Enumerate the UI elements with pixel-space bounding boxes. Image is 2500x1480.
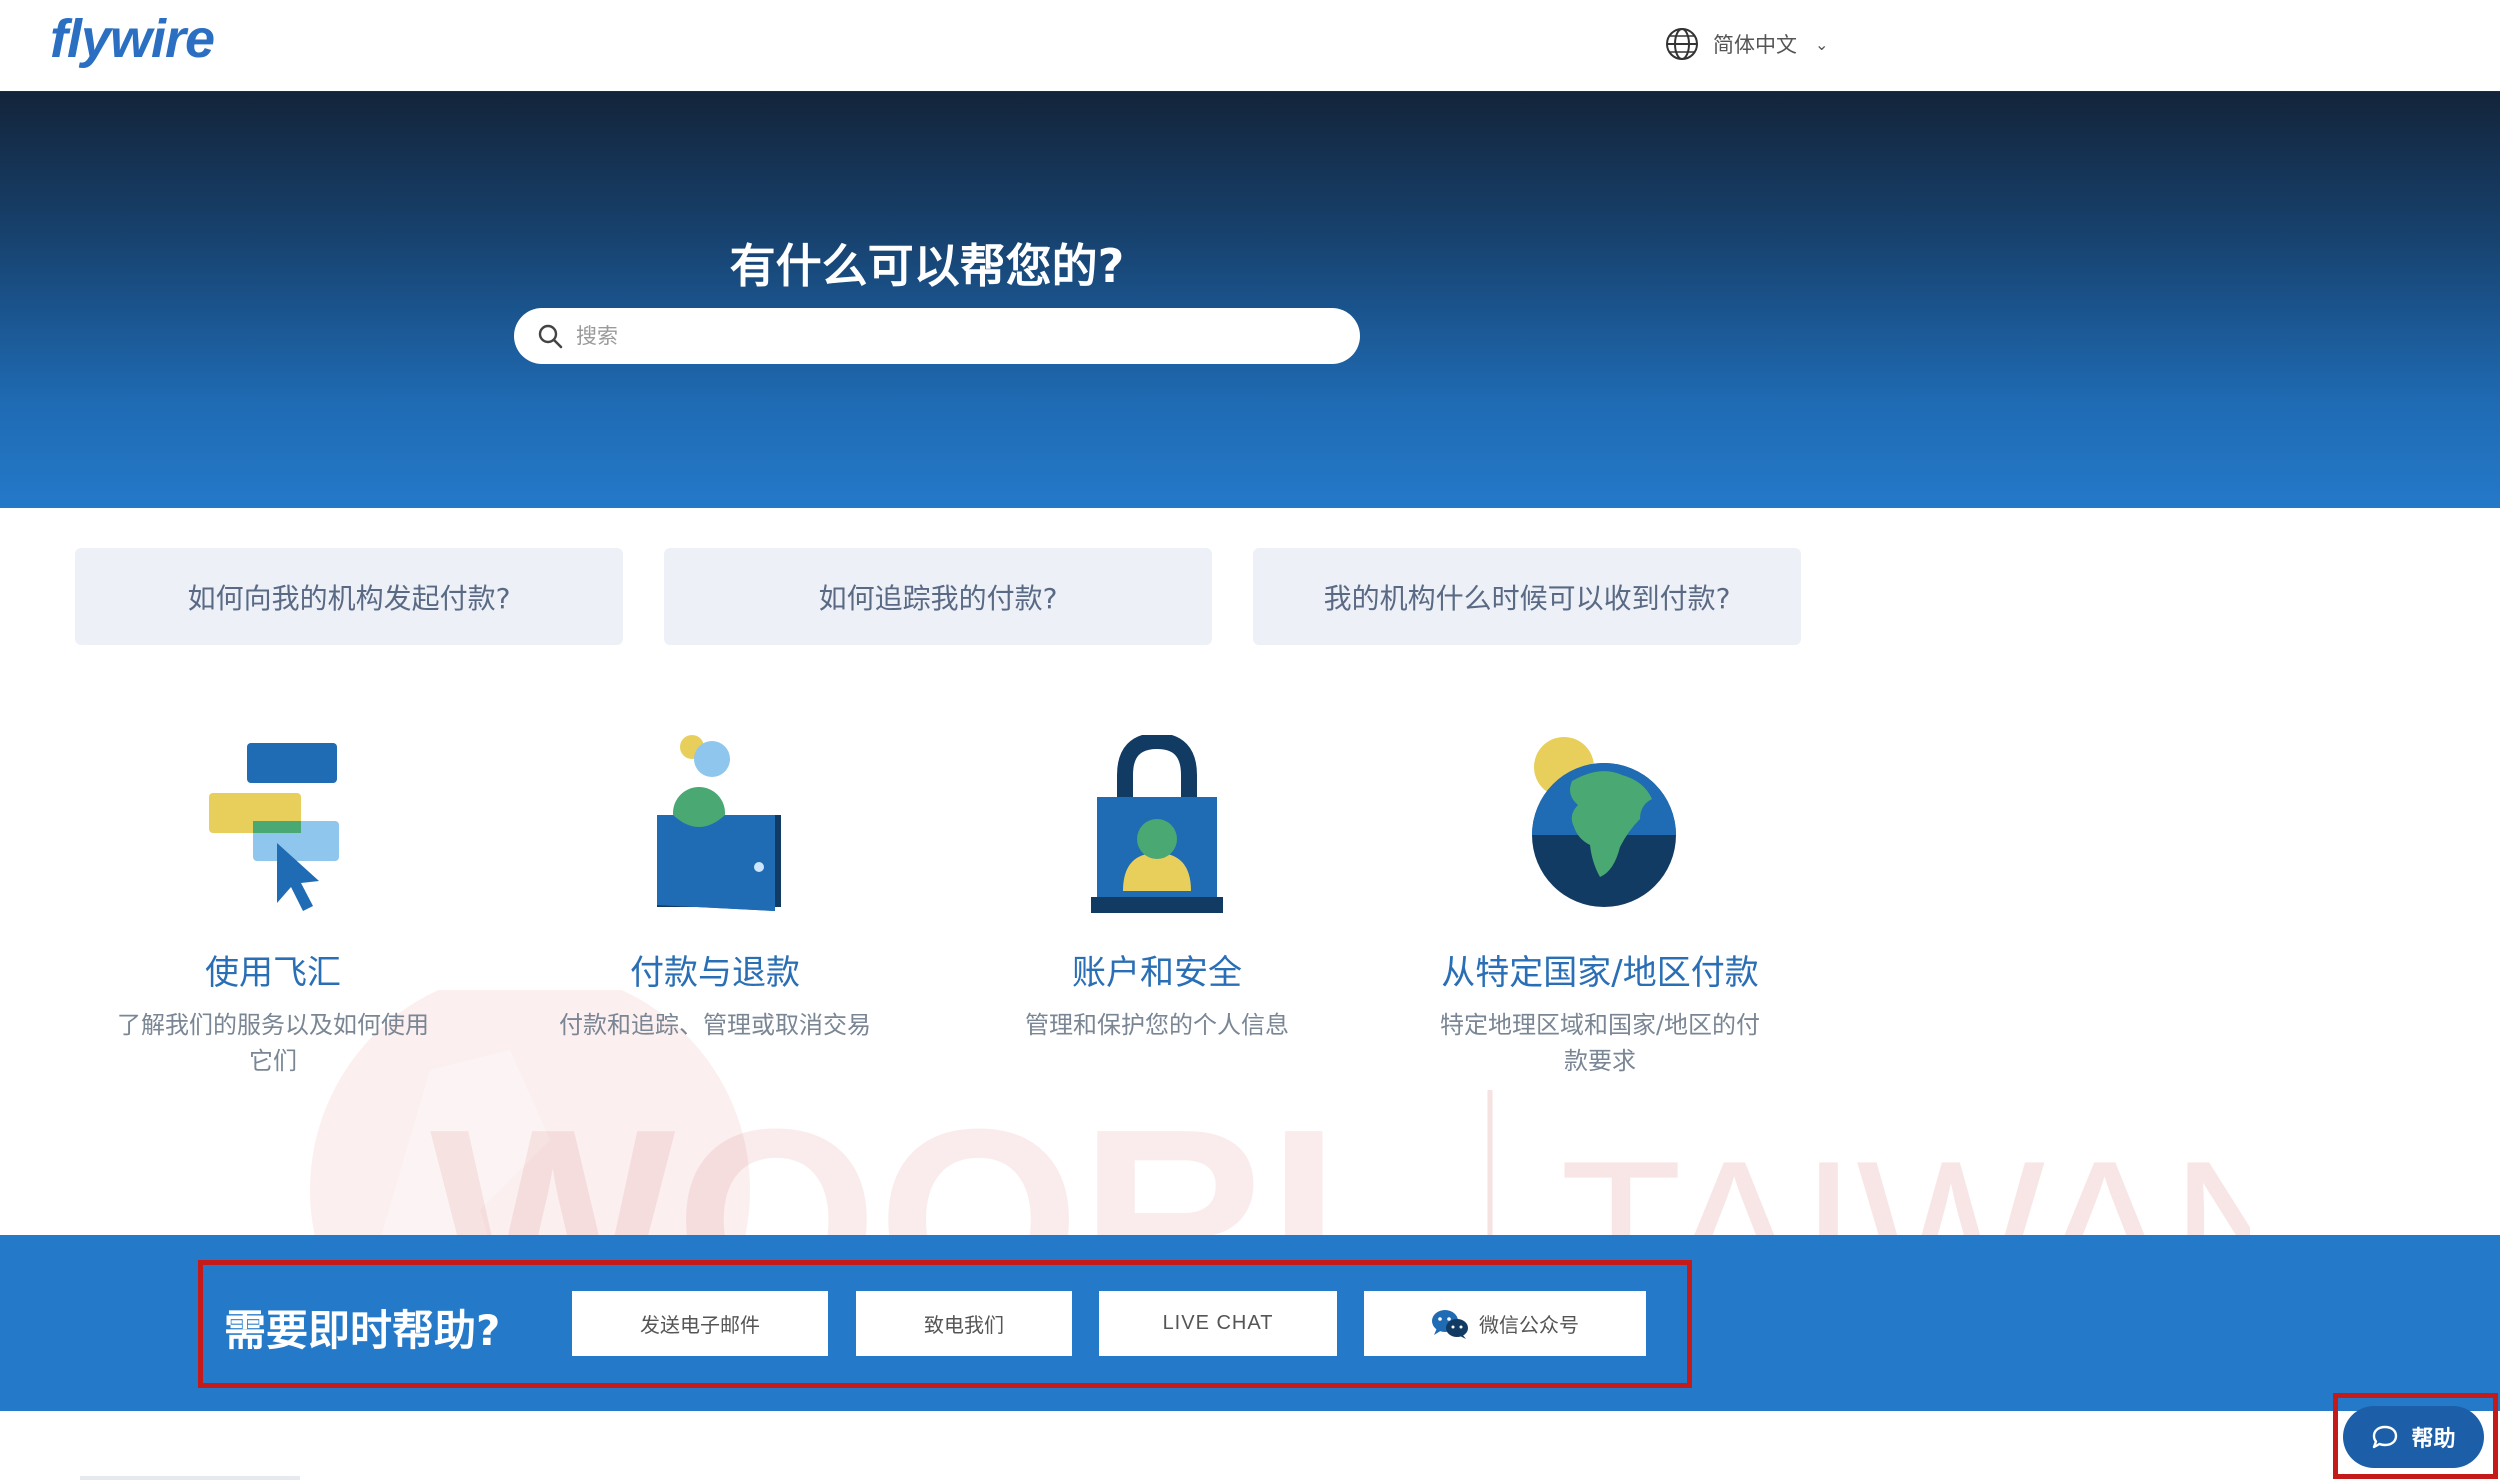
- chevron-down-icon: ⌄: [1815, 34, 1829, 54]
- category-account-security[interactable]: 账户和安全 管理和保护您的个人信息: [992, 735, 1322, 1043]
- search-icon: [538, 324, 563, 349]
- quick-question-when-received[interactable]: 我的机构什么时候可以收到付款?: [1253, 548, 1801, 645]
- search-input[interactable]: [576, 324, 1336, 348]
- chat-bubble-icon: [2373, 1425, 2398, 1449]
- wechat-official-account-button[interactable]: 微信公众号: [1364, 1291, 1646, 1356]
- footer-divider: [80, 1476, 300, 1480]
- page: flywire 简体中文 ⌄ 有什么可以帮您的? 如何向我的机构发起付款? 如何…: [0, 0, 2500, 1480]
- wechat-label: 微信公众号: [1479, 1313, 1579, 1337]
- wechat-icon: [1432, 1309, 1468, 1339]
- category-title: 使用飞汇: [205, 953, 341, 993]
- category-specific-country[interactable]: 从特定国家/地区付款 特定地理区域和国家/地区的付款要求: [1435, 735, 1765, 1079]
- category-description: 了解我们的服务以及如何使用它们: [117, 1011, 429, 1075]
- category-using-flywire[interactable]: 使用飞汇 了解我们的服务以及如何使用它们: [108, 735, 438, 1079]
- flywire-logo[interactable]: flywire: [50, 8, 215, 70]
- category-title: 付款与退款: [630, 953, 800, 993]
- globe-icon: [1666, 28, 1698, 60]
- instant-help-title: 需要即时帮助?: [224, 1306, 501, 1355]
- category-title: 从特定国家/地区付款: [1441, 953, 1759, 993]
- send-email-label: 发送电子邮件: [640, 1313, 760, 1337]
- language-label: 简体中文: [1713, 33, 1797, 57]
- category-title: 账户和安全: [1072, 953, 1242, 993]
- wallet-icon: [657, 735, 781, 911]
- live-chat-button[interactable]: LIVE CHAT: [1099, 1291, 1337, 1356]
- language-selector[interactable]: 简体中文 ⌄: [1665, 24, 1828, 64]
- category-description: 管理和保护您的个人信息: [1025, 1011, 1289, 1039]
- call-us-button[interactable]: 致电我们: [856, 1291, 1072, 1356]
- flywire-usage-icon: [209, 743, 339, 911]
- lock-icon: [1091, 735, 1223, 913]
- globe-earth-icon: [1532, 737, 1676, 907]
- hero-banner: 有什么可以帮您的?: [0, 92, 2500, 508]
- quick-question-track-payment[interactable]: 如何追踪我的付款?: [664, 548, 1212, 645]
- call-us-label: 致电我们: [924, 1313, 1004, 1337]
- floating-help-button[interactable]: 帮助: [2343, 1406, 2484, 1468]
- category-description: 付款和追踪、管理或取消交易: [559, 1011, 871, 1039]
- hero-title: 有什么可以帮您的?: [729, 239, 1125, 293]
- floating-help-label: 帮助: [2411, 1427, 2456, 1452]
- send-email-button[interactable]: 发送电子邮件: [572, 1291, 828, 1356]
- live-chat-label: LIVE CHAT: [1162, 1312, 1274, 1334]
- category-description: 特定地理区域和国家/地区的付款要求: [1439, 1011, 1761, 1075]
- quick-question-initiate-payment[interactable]: 如何向我的机构发起付款?: [75, 548, 623, 645]
- category-payments-refunds[interactable]: 付款与退款 付款和追踪、管理或取消交易: [550, 735, 880, 1043]
- search-bar[interactable]: [514, 308, 1360, 364]
- top-nav-bar: flywire 简体中文 ⌄: [0, 0, 2500, 92]
